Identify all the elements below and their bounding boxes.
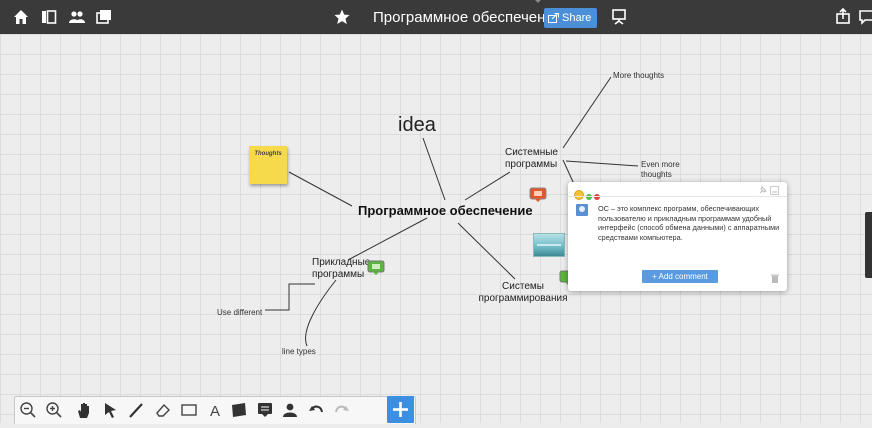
- node-applied-line1: Прикладные: [312, 257, 371, 268]
- node-applied-line2: программы: [312, 269, 365, 280]
- node-even-more-thoughts[interactable]: Even more thoughts: [641, 160, 680, 180]
- node-applied-programs[interactable]: Прикладные программы: [312, 257, 370, 281]
- comment-marker-icon[interactable]: [529, 187, 547, 203]
- share-icon: [548, 13, 559, 23]
- presentation-icon[interactable]: [610, 8, 628, 26]
- line-system: [464, 171, 511, 201]
- user-icon[interactable]: [281, 401, 299, 419]
- upload-icon[interactable]: [834, 8, 852, 26]
- chat-icon[interactable]: [858, 8, 872, 26]
- trash-icon[interactable]: [771, 274, 779, 283]
- text-icon[interactable]: A: [206, 401, 224, 419]
- select-arrow-icon[interactable]: [102, 401, 120, 419]
- node-progsys-line2: программирования: [478, 293, 568, 304]
- comment-popup: ОС – это комплекс программ, обеспечивающ…: [568, 182, 787, 291]
- image-thumbnail[interactable]: [533, 233, 565, 257]
- sticky-note[interactable]: Thoughts: [249, 146, 287, 184]
- rectangle-icon[interactable]: [180, 401, 198, 419]
- line-linetypes: [305, 279, 337, 347]
- gallery-icon[interactable]: [95, 8, 113, 26]
- line-more: [562, 76, 612, 149]
- line-sysprog: [457, 222, 516, 280]
- node-system-programs[interactable]: Системные программы: [505, 147, 558, 171]
- caret-indicator: [535, 0, 541, 3]
- comment-marker-icon[interactable]: [367, 260, 385, 276]
- node-system-programs-line1: Системные: [505, 147, 558, 158]
- zoom-out-icon[interactable]: [19, 401, 37, 419]
- bottom-toolbar: A: [14, 396, 416, 424]
- node-central[interactable]: Программное обеспечение: [358, 203, 533, 218]
- sticky-note-text: Thoughts: [254, 151, 282, 157]
- add-icon: [393, 402, 408, 417]
- share-label: Share: [562, 12, 592, 24]
- sticky-note-icon[interactable]: [230, 401, 248, 419]
- node-even-more-line2: thoughts: [641, 170, 672, 179]
- node-line-types[interactable]: line types: [282, 347, 316, 356]
- pen-icon[interactable]: [127, 401, 145, 419]
- add-comment-button[interactable]: + Add comment: [642, 270, 718, 283]
- line-idea: [422, 137, 446, 201]
- red-dot-icon[interactable]: [594, 194, 600, 200]
- node-system-programs-line2: программы: [505, 159, 558, 170]
- zoom-in-icon[interactable]: [45, 401, 63, 419]
- comment-icon[interactable]: [256, 401, 274, 419]
- top-bar: Программное обеспечение Share: [0, 0, 872, 34]
- document-title[interactable]: Программное обеспечение: [373, 9, 562, 26]
- star-icon[interactable]: [333, 8, 351, 26]
- share-button[interactable]: Share: [544, 8, 597, 28]
- pin-icon[interactable]: [758, 186, 768, 195]
- hand-icon[interactable]: [75, 401, 93, 419]
- undo-icon[interactable]: [307, 401, 325, 419]
- node-even-more-line1: Even more: [641, 160, 680, 169]
- svg-text:A: A: [210, 403, 220, 419]
- redo-icon[interactable]: [333, 401, 351, 419]
- line-applied: [347, 217, 428, 261]
- popup-divider: [568, 196, 787, 197]
- node-programming-systems[interactable]: Системы программирования: [475, 281, 571, 305]
- home-icon[interactable]: [12, 8, 30, 26]
- yellow-dot-icon[interactable]: [574, 190, 584, 200]
- line-sticky: [288, 171, 353, 207]
- add-button[interactable]: [387, 396, 414, 423]
- line-even: [565, 160, 639, 167]
- node-idea[interactable]: idea: [398, 114, 436, 137]
- avatar: [576, 204, 588, 216]
- node-progsys-line1: Системы: [502, 281, 544, 292]
- side-panel-tab[interactable]: [865, 212, 872, 278]
- panels-icon[interactable]: [40, 8, 58, 26]
- people-icon[interactable]: [68, 8, 86, 26]
- line-usediff: [265, 283, 315, 311]
- line-popup-pointer: [562, 159, 575, 185]
- comment-text: ОС – это комплекс программ, обеспечивающ…: [598, 204, 780, 242]
- minimize-icon[interactable]: [770, 186, 779, 195]
- eraser-icon[interactable]: [154, 401, 172, 419]
- node-more-thoughts[interactable]: More thoughts: [613, 71, 664, 80]
- node-use-different[interactable]: Use different: [217, 308, 262, 317]
- green-dot-icon[interactable]: [586, 194, 592, 200]
